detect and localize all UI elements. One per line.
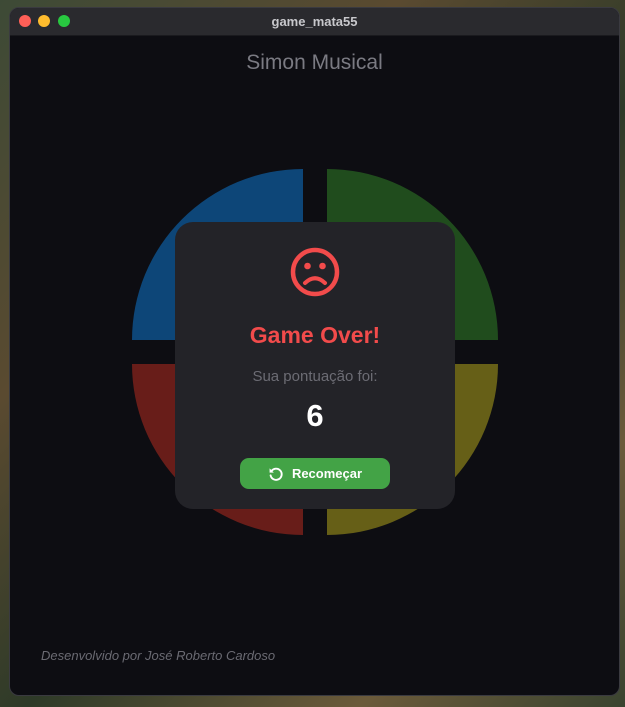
developer-credit: Desenvolvido por José Roberto Cardoso <box>41 648 276 663</box>
title-bar[interactable]: game_mata55 <box>10 8 619 36</box>
score-label: Sua pontuação foi: <box>252 368 378 385</box>
restart-label: Recomeçar <box>291 466 363 481</box>
sad-face-icon <box>290 247 340 297</box>
app-window: game_mata55 Simon Musical Game Over! Sua… <box>9 7 620 696</box>
refresh-icon <box>269 467 283 481</box>
game-over-title: Game Over! <box>249 322 381 348</box>
score-value: 6 <box>306 398 324 433</box>
restart-button[interactable]: Recomeçar <box>240 458 390 489</box>
window-title: game_mata55 <box>271 14 358 29</box>
game-over-dialog: Game Over! Sua pontuação foi: 6 Recomeça… <box>175 222 455 509</box>
app-title: Simon Musical <box>246 51 383 74</box>
